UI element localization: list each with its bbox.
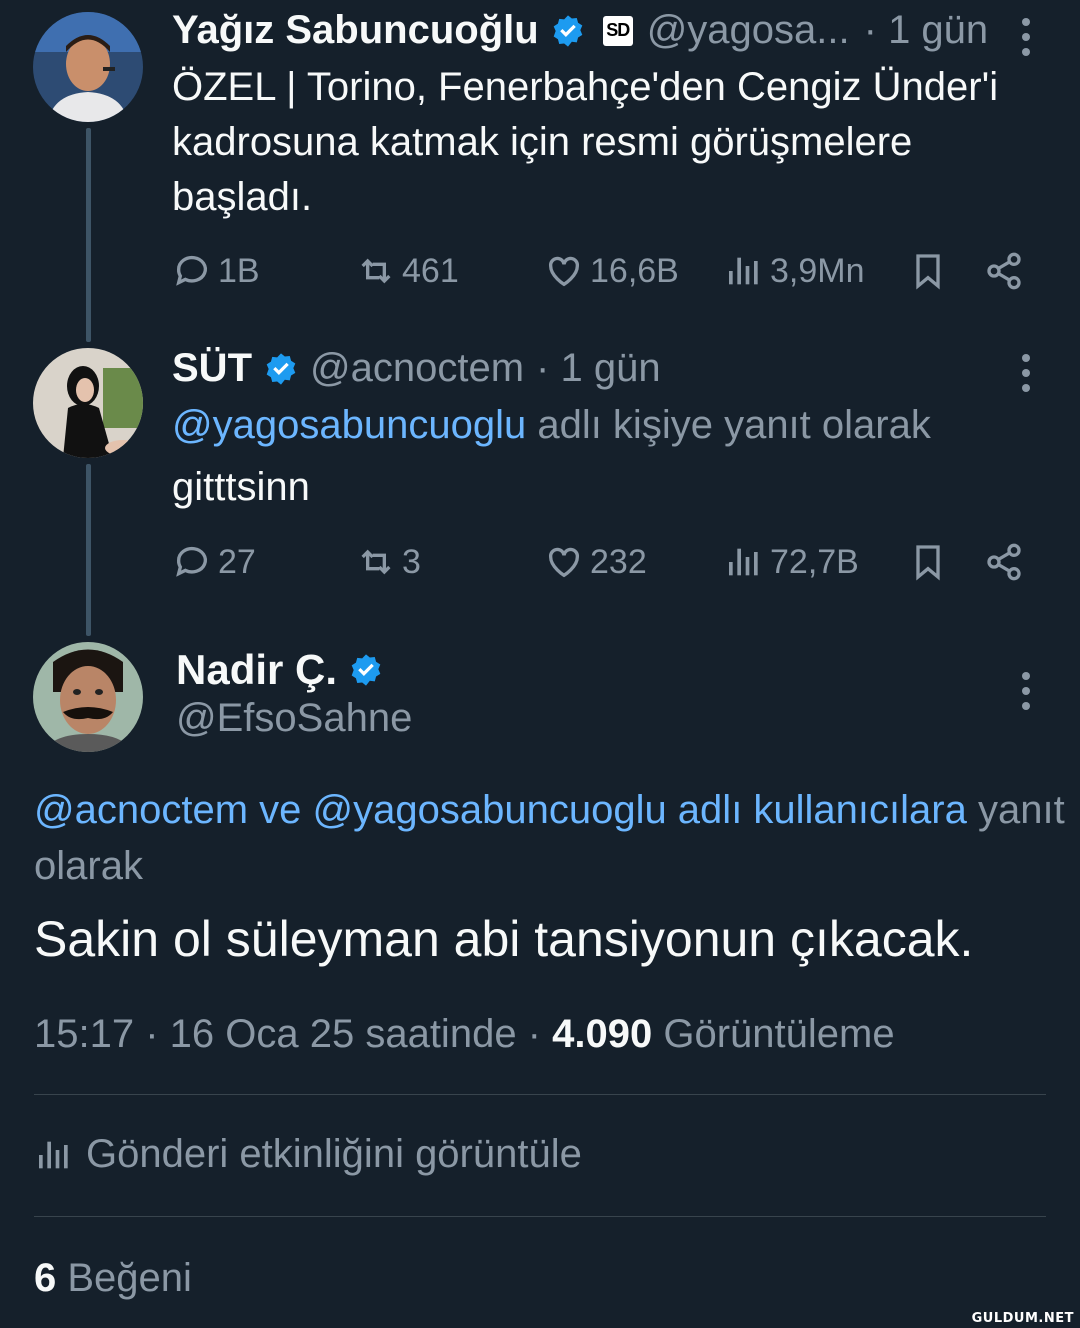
bookmark-icon — [916, 545, 940, 581]
like-icon — [548, 256, 580, 287]
reply-context-tail: olarak — [34, 844, 143, 888]
reply-icon — [176, 255, 207, 286]
more-icon[interactable] — [1018, 672, 1034, 710]
reply-mention-links[interactable]: @acnoctem ve @yagosabuncuoglu adlı kulla… — [34, 788, 967, 832]
views-icon — [729, 257, 758, 285]
affiliate-badge: SD — [602, 15, 633, 46]
tweet-text: ÖZEL | Torino, Fenerbahçe'den Cengiz Ünd… — [172, 65, 999, 219]
more-icon[interactable] — [1018, 18, 1034, 56]
main-author-handle[interactable]: @EfsoSahne — [176, 696, 412, 741]
main-tweet-text: Sakin ol süleyman abi tansiyonun çıkacak… — [34, 911, 974, 967]
timestamp-text[interactable]: 15:17 · 16 Oca 25 saatinde · — [34, 1012, 552, 1056]
thread-line — [86, 128, 91, 342]
views-button[interactable]: 72,7B — [724, 537, 859, 587]
watermark: GULDUM.NET — [971, 1311, 1074, 1326]
reply-context: @acnoctem ve @yagosabuncuoglu adlı kulla… — [34, 782, 1080, 894]
views-button[interactable]: 3,9Mn — [724, 246, 865, 296]
like-icon — [548, 547, 580, 578]
thread-line — [86, 464, 91, 636]
like-count: 16,6B — [590, 251, 679, 290]
tweet-actions: 27 3 232 72,7B — [172, 537, 1028, 587]
share-icon — [987, 252, 1021, 290]
reply-context: @yagosabuncuoglu adlı kişiye yanıt olara… — [172, 398, 1040, 453]
tweet-header: Yağız Sabuncuoğlu SD @yagosa... · 1 gün — [172, 8, 988, 53]
main-author-name[interactable]: Nadir Ç. — [176, 646, 391, 694]
bookmark-button[interactable] — [908, 246, 954, 296]
like-count: 232 — [590, 542, 647, 581]
retweet-count: 3 — [402, 542, 421, 581]
analytics-icon — [39, 1141, 68, 1168]
reply-count: 27 — [218, 542, 256, 581]
author-handle[interactable]: @yagosa... — [647, 8, 850, 53]
retweet-button[interactable]: 461 — [356, 246, 459, 296]
avatar-sut[interactable] — [33, 348, 143, 458]
retweet-icon — [361, 549, 391, 575]
retweet-icon — [361, 258, 391, 284]
bookmark-button[interactable] — [908, 537, 954, 587]
share-icon — [987, 543, 1021, 581]
views-icon — [729, 548, 758, 576]
reply-mention-link[interactable]: @yagosabuncuoglu — [172, 403, 526, 447]
divider — [34, 1094, 1046, 1095]
verified-icon — [553, 14, 583, 47]
more-icon[interactable] — [1018, 354, 1034, 392]
tweet-timestamp: 15:17 · 16 Oca 25 saatinde · 4.090 Görün… — [34, 1012, 895, 1057]
tweet-time[interactable]: · 1 gün — [864, 8, 989, 53]
view-activity-link[interactable]: Gönderi etkinliğini görüntüle — [34, 1132, 582, 1177]
avatar-nadir[interactable] — [33, 642, 143, 752]
verified-icon — [351, 654, 381, 686]
share-button[interactable] — [984, 537, 1030, 587]
likes-summary[interactable]: 6 Beğeni — [34, 1256, 192, 1301]
views-number: 4.090 — [552, 1012, 653, 1056]
avatar-yagiz[interactable] — [33, 12, 143, 122]
author-name[interactable]: SÜT — [172, 346, 252, 391]
conversation-page: Yağız Sabuncuoğlu SD @yagosa... · 1 gün … — [0, 0, 1080, 1328]
views-label: Görüntüleme — [652, 1012, 895, 1056]
reply-button[interactable]: 1B — [172, 246, 260, 296]
reply-icon — [176, 546, 207, 577]
views-count: 72,7B — [770, 542, 859, 581]
reply-context-word: yanıt — [977, 788, 1065, 832]
verified-icon — [266, 352, 296, 385]
views-count: 3,9Mn — [770, 251, 865, 290]
reply-button[interactable]: 27 — [172, 537, 256, 587]
tweet-time[interactable]: · 1 gün — [536, 346, 661, 391]
likes-number: 6 — [34, 1256, 57, 1300]
reply-count: 1B — [218, 251, 260, 290]
retweet-count: 461 — [402, 251, 459, 290]
like-button[interactable]: 232 — [544, 537, 647, 587]
tweet-text: gitttsinn — [172, 465, 310, 509]
tweet-actions: 1B 461 16,6B 3,9Mn — [172, 246, 1028, 296]
divider — [34, 1216, 1046, 1217]
like-button[interactable]: 16,6B — [544, 246, 679, 296]
bookmark-icon — [916, 254, 940, 290]
share-button[interactable] — [984, 246, 1030, 296]
reply-context-text: adlı kişiye yanıt olarak — [537, 403, 931, 447]
retweet-button[interactable]: 3 — [356, 537, 421, 587]
author-handle[interactable]: @acnoctem — [310, 346, 524, 391]
likes-label: Beğeni — [56, 1256, 192, 1300]
tweet-header: SÜT @acnoctem · 1 gün — [172, 346, 661, 391]
author-name[interactable]: Yağız Sabuncuoğlu — [172, 8, 539, 53]
activity-label: Gönderi etkinliğini görüntüle — [86, 1132, 582, 1176]
main-author-name-text: Nadir Ç. — [176, 646, 338, 693]
